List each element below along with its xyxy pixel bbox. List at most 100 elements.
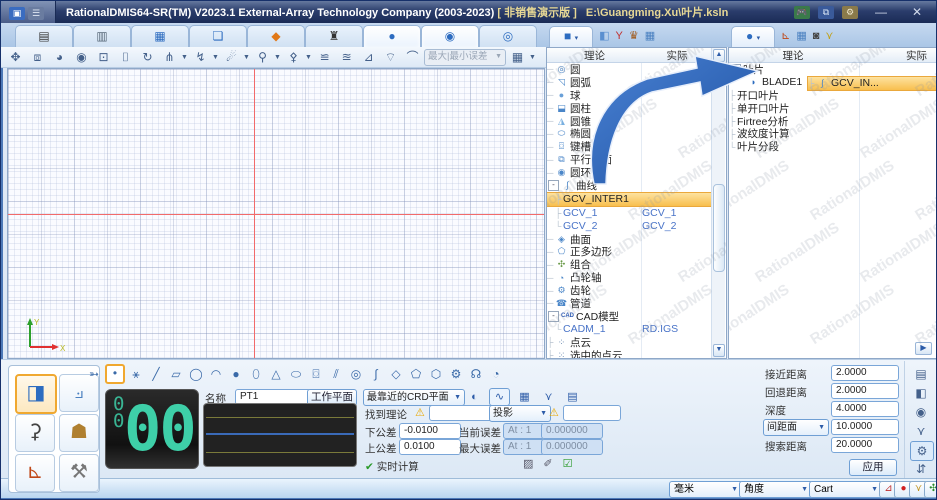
expand-toggle[interactable]: - <box>730 64 741 75</box>
shade-view-icon[interactable]: ◕ <box>49 47 70 67</box>
crd-plane-dropdown[interactable]: 最靠近的CRD平面▼ <box>363 389 465 406</box>
scan-surface-2-icon[interactable]: ≊ <box>336 47 357 67</box>
machine-button[interactable]: ⚒ <box>59 454 99 492</box>
probe-5-icon[interactable]: ⚴ <box>283 47 304 67</box>
sphere-icon[interactable]: ● <box>227 365 245 383</box>
arc-icon[interactable]: ◠ <box>207 365 225 383</box>
remote-control-icon[interactable]: 🎮 <box>794 6 810 19</box>
screen-icon[interactable]: ⌷ <box>115 47 136 67</box>
table-view-icon[interactable]: ▦ <box>515 389 534 405</box>
probe-view-icon[interactable]: ⋎ <box>539 389 558 405</box>
parallel-planes-icon[interactable]: ⫽ <box>327 365 345 383</box>
units-dropdown[interactable]: 毫米▼ <box>669 481 743 498</box>
report-tab[interactable]: ▥ <box>73 25 131 48</box>
param-input[interactable]: 10.0000 <box>831 419 899 435</box>
scan-surface-5-icon[interactable]: ⌒ <box>402 47 423 67</box>
axes-icon[interactable]: ⊾ <box>781 26 790 46</box>
app-window-icon[interactable]: ▣ <box>9 7 25 20</box>
minimize-button[interactable]: — <box>868 5 894 19</box>
find-theory-input[interactable] <box>429 405 493 421</box>
feature-tree-scrollbar[interactable]: ▲ ▼ <box>711 48 725 358</box>
edit-report-icon[interactable]: ▨ <box>523 457 533 470</box>
pipe-icon[interactable]: ☊ <box>467 365 485 383</box>
probe-y-icon[interactable]: Y <box>616 26 623 46</box>
zoom-region-icon[interactable]: ⧈ <box>27 47 48 67</box>
machine-link-icon[interactable]: ⚙ <box>842 6 858 19</box>
model-probe-button[interactable]: ◨ <box>15 374 57 414</box>
probe-3-icon-dropdown[interactable]: ▼ <box>243 54 251 61</box>
menu-list-icon[interactable]: ☰ <box>28 7 44 20</box>
probe-4-icon[interactable]: ⚲ <box>252 47 273 67</box>
scroll-thumb[interactable] <box>713 184 725 272</box>
settings-gear-icon[interactable]: ⚙ <box>910 441 934 461</box>
model-tab[interactable]: ■ ▾ <box>549 26 593 47</box>
param-input[interactable]: 4.0000 <box>831 401 899 417</box>
color-settings-tab[interactable]: ◆ <box>247 25 305 48</box>
grid-options-button[interactable]: ▦ <box>507 47 528 67</box>
probe-3-icon[interactable]: ☄ <box>221 47 242 67</box>
line-icon[interactable]: ╱ <box>147 365 165 383</box>
surface-icon[interactable]: ◇ <box>387 365 405 383</box>
polygon-icon[interactable]: ⬠ <box>407 365 425 383</box>
close-button[interactable]: ✕ <box>904 5 930 19</box>
tree-row[interactable]: ─☎管道 <box>547 297 712 310</box>
feature-cube-icon[interactable]: ◧ <box>599 26 609 46</box>
ruby-probe-icon[interactable]: ♛ <box>629 26 639 46</box>
tree-row[interactable]: -∫曲线 <box>547 179 712 192</box>
probe-2-icon-dropdown[interactable]: ▼ <box>212 54 220 61</box>
projection-dropdown[interactable]: 投影▼ <box>489 405 551 422</box>
scroll-down-button[interactable]: ▼ <box>713 344 725 357</box>
probe-tab[interactable]: ♜ <box>305 25 363 48</box>
cone-icon[interactable]: △ <box>267 365 285 383</box>
points-view-icon[interactable]: ◐ <box>465 389 484 405</box>
graphics-viewport[interactable]: Y X <box>7 68 545 359</box>
scan-surface-3-icon[interactable]: ⊿ <box>358 47 379 67</box>
param-input[interactable]: 2.0000 <box>831 383 899 399</box>
expand-toggle[interactable]: - <box>548 311 559 322</box>
slot-icon[interactable]: ⌼ <box>307 365 325 383</box>
scan-surface-1-icon[interactable]: ≌ <box>314 47 335 67</box>
grid-options-dropdown[interactable]: ▼ <box>529 54 537 61</box>
tree-row[interactable]: ├GCV_INTER1 <box>547 192 712 207</box>
dual-display-icon[interactable]: ⧉ <box>818 6 834 19</box>
camera-sphere-tab[interactable]: ◎ <box>479 25 537 48</box>
grid-view-icon[interactable]: ▦ <box>645 26 655 46</box>
hexagon-icon[interactable]: ⬡ <box>427 365 445 383</box>
app-menu-chip[interactable]: ▣☰ <box>1 1 56 23</box>
probe-pick-icon[interactable]: ➳ <box>85 365 103 383</box>
measure-sphere-tab[interactable]: ● <box>363 25 421 48</box>
coord-system-dropdown[interactable]: Cart▼ <box>809 481 883 498</box>
tree-row[interactable]: ├GCV_1GCV_1 <box>547 207 712 220</box>
probe-1-icon-dropdown[interactable]: ▼ <box>181 54 189 61</box>
tree-row[interactable]: -CADCAD模型 <box>547 310 712 323</box>
apply-button[interactable]: 应用 <box>849 459 897 476</box>
tree-row[interactable]: └叶片分段 <box>729 140 936 153</box>
probe-1-icon[interactable]: ⋔ <box>159 47 180 67</box>
cad-box-button[interactable]: ☗ <box>59 414 99 452</box>
plane-icon[interactable]: ▱ <box>167 365 185 383</box>
blade-sphere-tab[interactable]: ● ▾ <box>731 26 775 47</box>
probe-2-icon[interactable]: ↯ <box>190 47 211 67</box>
probe-cube-icon[interactable]: ◧ <box>910 384 932 402</box>
error-mode-dropdown[interactable]: 最大|最小误差▼ <box>424 49 506 66</box>
probe-5-icon-dropdown[interactable]: ▼ <box>305 54 313 61</box>
eye-view-icon[interactable]: ◉ <box>71 47 92 67</box>
calculator-tab[interactable]: ▦ <box>131 25 189 48</box>
upper-tol-input[interactable]: 0.0100 <box>399 439 461 455</box>
joystick-icon[interactable]: ✣ <box>924 481 937 498</box>
spacing-plane-dropdown[interactable]: 间距面▼ <box>763 419 829 436</box>
tree-row[interactable]: ├⁙选中的点云 <box>547 349 712 358</box>
param-input[interactable]: 2.0000 <box>831 365 899 381</box>
collapse-arrows-icon[interactable]: ⇵ <box>910 460 932 478</box>
probe-rotate-icon[interactable]: ↻ <box>137 47 158 67</box>
probe-angle-icon[interactable]: ⋎ <box>825 26 833 46</box>
probe-4-icon-dropdown[interactable]: ▼ <box>274 54 282 61</box>
torus-icon[interactable]: ◎ <box>347 365 365 383</box>
expand-toggle[interactable]: - <box>548 180 559 191</box>
circle-icon[interactable]: ◯ <box>187 365 205 383</box>
table-icon[interactable]: ▦ <box>796 26 806 46</box>
panel-expand-button[interactable]: ▶ <box>915 342 932 355</box>
projection-input[interactable] <box>563 405 621 421</box>
cylinder-icon[interactable]: ⬯ <box>247 365 265 383</box>
axes-button[interactable]: ⊾ <box>15 454 55 492</box>
